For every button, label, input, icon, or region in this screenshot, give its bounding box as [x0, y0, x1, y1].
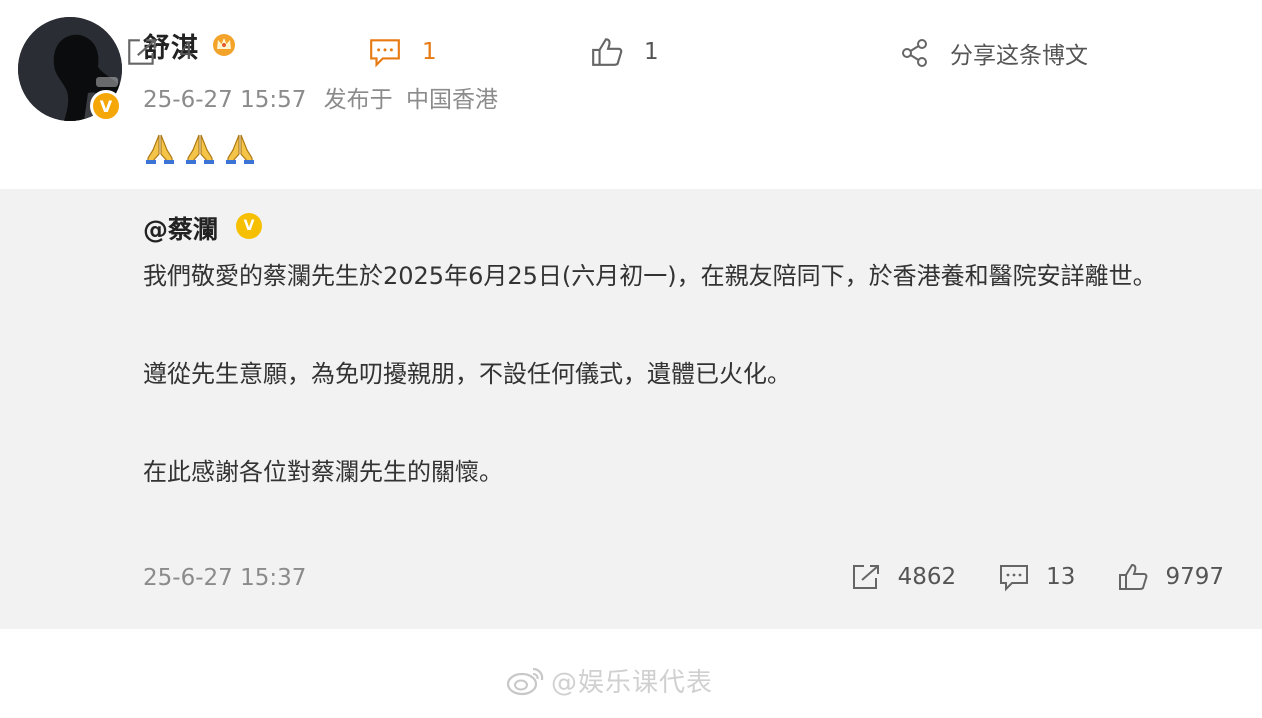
watermark-text: @娱乐课代表 — [551, 668, 714, 698]
post-body — [143, 132, 257, 166]
share-icon — [902, 39, 927, 67]
original-paragraph: 遵從先生意願，為免叨擾親朋，不設任何儀式，遺體已火化。 — [143, 360, 791, 388]
comment-icon — [370, 39, 400, 68]
crown-badge-icon — [213, 34, 235, 56]
original-paragraph: 在此感謝各位對蔡瀾先生的關懷。 — [143, 458, 503, 486]
verified-badge-icon: V — [90, 90, 122, 122]
original-paragraph: 我們敬愛的蔡瀾先生於2025年6月25日(六月初一)，在親友陪同下，於香港養和醫… — [143, 262, 1157, 290]
original-repost-button[interactable]: 4862 — [850, 562, 957, 592]
like-button[interactable]: 1 — [590, 36, 659, 68]
original-like-count: 9797 — [1165, 564, 1224, 590]
repost-icon — [128, 39, 156, 65]
comment-icon — [1000, 565, 1029, 592]
original-author[interactable]: @蔡瀾 — [143, 210, 218, 246]
weibo-post: V 舒淇 25-6-27 15:57 发布于 中国香港 @蔡瀾 V 我們敬愛的蔡… — [0, 0, 1262, 718]
share-post-button[interactable]: 分享这条博文 — [900, 36, 1088, 70]
original-comment-button[interactable]: 13 — [998, 562, 1075, 592]
folded-hands-emoji-icon — [186, 134, 214, 164]
thumbs-up-icon — [1119, 563, 1148, 590]
post-timestamp: 25-6-27 15:57 — [143, 87, 307, 113]
original-comment-count: 13 — [1046, 564, 1076, 590]
original-action-bar: 4862 13 9797 — [850, 562, 1224, 592]
weibo-logo-icon — [506, 667, 544, 695]
repost-button[interactable]: 4 — [125, 36, 194, 68]
post-meta: 25-6-27 15:57 发布于 中国香港 — [143, 80, 508, 114]
posted-from-label: 发布于 — [323, 87, 393, 113]
thumbs-up-icon — [592, 38, 623, 66]
like-count: 1 — [644, 39, 659, 65]
repost-icon — [852, 565, 879, 589]
verified-badge-icon: V — [236, 213, 262, 239]
original-like-button[interactable]: 9797 — [1117, 562, 1224, 592]
original-timestamp[interactable]: 25-6-27 15:37 — [143, 565, 306, 591]
repost-count: 4 — [179, 39, 194, 65]
comment-button[interactable]: 1 — [368, 36, 437, 68]
folded-hands-emoji-icon — [226, 134, 254, 164]
original-repost-count: 4862 — [897, 564, 957, 590]
watermark: @娱乐课代表 — [505, 662, 713, 699]
comment-count: 1 — [422, 39, 437, 65]
original-post-text: 我們敬愛的蔡瀾先生於2025年6月25日(六月初一)，在親友陪同下，於香港養和醫… — [143, 254, 1213, 494]
share-post-label: 分享这条博文 — [950, 43, 1088, 69]
folded-hands-emoji-icon — [146, 134, 174, 164]
post-location: 中国香港 — [405, 87, 498, 113]
